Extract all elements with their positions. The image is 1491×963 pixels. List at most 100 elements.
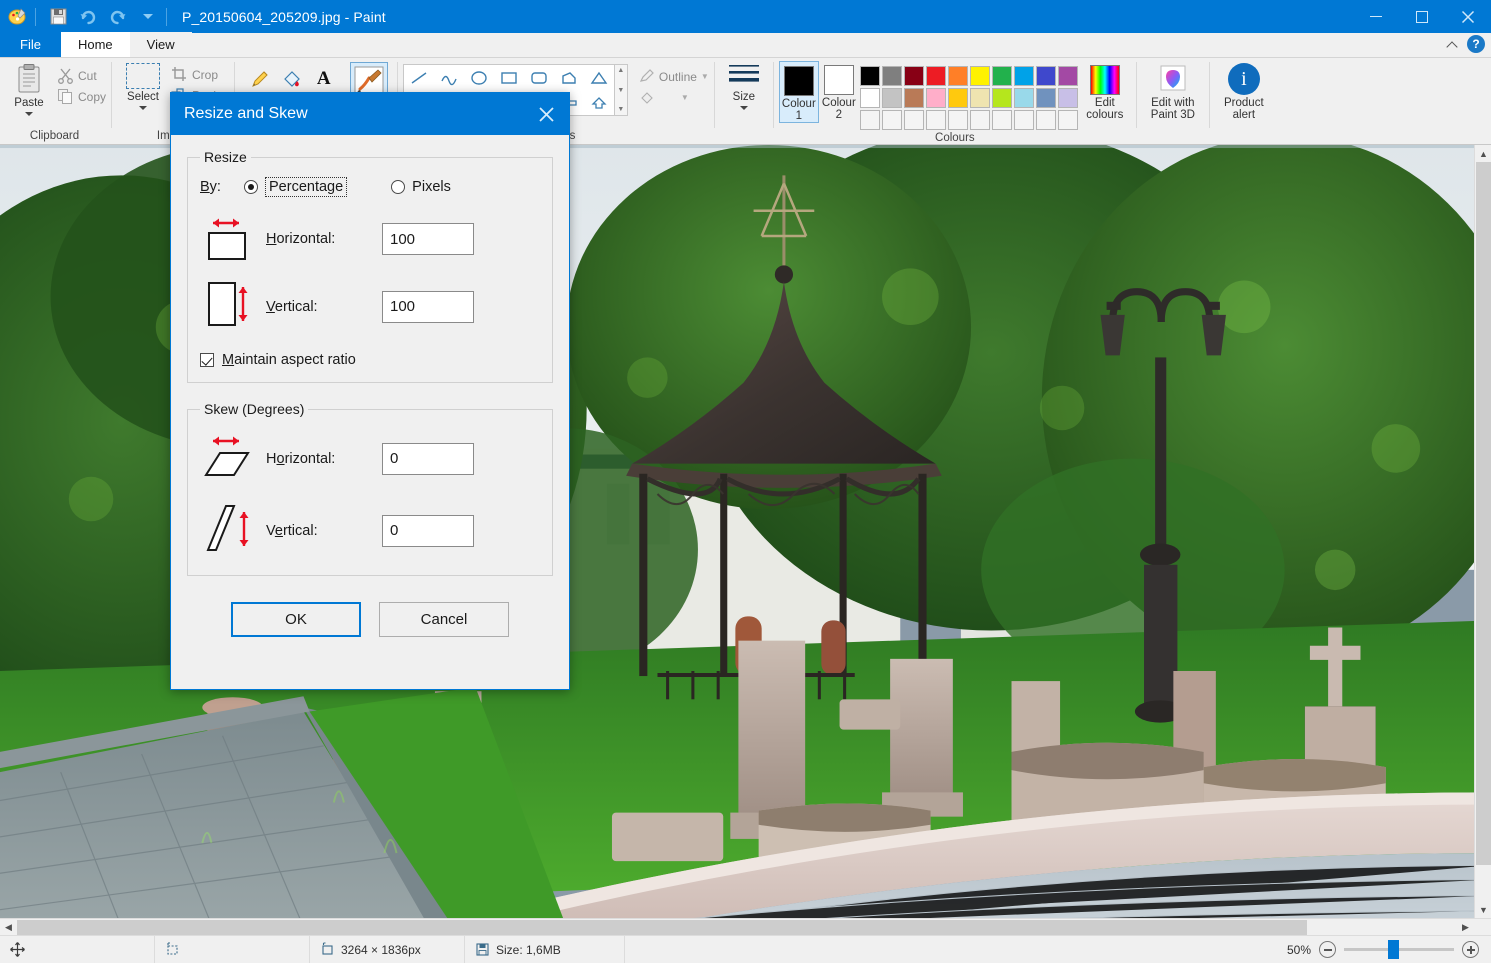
colour-2-button[interactable]: Colour 2: [819, 61, 859, 121]
select-dropdown-icon[interactable]: [139, 106, 147, 110]
palette-swatch-2-3[interactable]: [904, 88, 924, 108]
cut-button[interactable]: Cut: [55, 65, 106, 86]
scroll-left-icon[interactable]: ◀: [0, 919, 17, 936]
shapes-scroll-down-icon[interactable]: ▼: [617, 87, 624, 94]
fill-dropdown-icon[interactable]: ▼: [681, 93, 689, 102]
palette-swatch-3-5[interactable]: [948, 110, 968, 130]
palette-swatch-1-8[interactable]: [1014, 66, 1034, 86]
help-icon[interactable]: ?: [1467, 35, 1485, 53]
maximize-button[interactable]: [1399, 0, 1445, 33]
outline-button[interactable]: Outline ▼: [636, 66, 709, 87]
scroll-right-icon[interactable]: ▶: [1457, 919, 1474, 936]
palette-swatch-2-1[interactable]: [860, 88, 880, 108]
paste-dropdown-icon[interactable]: [25, 112, 33, 116]
outline-dropdown-icon[interactable]: ▼: [701, 72, 709, 81]
palette-swatch-1-9[interactable]: [1036, 66, 1056, 86]
fill-button[interactable]: ▼: [636, 87, 709, 108]
palette-swatch-2-6[interactable]: [970, 88, 990, 108]
palette-swatch-1-1[interactable]: [860, 66, 880, 86]
shape-rounded-rectangle[interactable]: [524, 65, 554, 90]
palette-swatch-1-3[interactable]: [904, 66, 924, 86]
colour-palette[interactable]: [859, 61, 1079, 131]
horizontal-scrollbar[interactable]: ◀ ▶: [0, 918, 1491, 935]
zoom-slider-thumb[interactable]: [1388, 940, 1399, 959]
skew-vertical-input[interactable]: [382, 515, 474, 547]
edit-colours-button[interactable]: Edit colours: [1079, 61, 1131, 121]
shape-rectangle[interactable]: [494, 65, 524, 90]
palette-swatch-3-7[interactable]: [992, 110, 1012, 130]
copy-button[interactable]: Copy: [55, 86, 106, 107]
tab-view[interactable]: View: [130, 32, 192, 57]
palette-swatch-3-9[interactable]: [1036, 110, 1056, 130]
collapse-ribbon-icon[interactable]: [1447, 39, 1458, 50]
palette-swatch-1-5[interactable]: [948, 66, 968, 86]
palette-swatch-1-4[interactable]: [926, 66, 946, 86]
palette-swatch-1-10[interactable]: [1058, 66, 1078, 86]
zoom-slider[interactable]: [1344, 948, 1454, 951]
size-button[interactable]: Size: [720, 61, 768, 110]
shape-line[interactable]: [404, 65, 434, 90]
text-icon[interactable]: A: [310, 65, 338, 93]
palette-swatch-3-4[interactable]: [926, 110, 946, 130]
zoom-in-button[interactable]: [1462, 941, 1479, 958]
scroll-down-icon[interactable]: ▼: [1475, 901, 1491, 918]
palette-swatch-3-3[interactable]: [904, 110, 924, 130]
palette-swatch-2-4[interactable]: [926, 88, 946, 108]
pencil-icon[interactable]: [246, 65, 274, 93]
shape-curve[interactable]: [434, 65, 464, 90]
paint-app-icon[interactable]: [4, 4, 30, 30]
fill-icon[interactable]: [278, 65, 306, 93]
pixels-radio-option[interactable]: Pixels: [391, 179, 451, 195]
shape-arrow-up[interactable]: [584, 90, 614, 115]
undo-icon[interactable]: [75, 4, 101, 30]
horizontal-scrollbar-thumb[interactable]: [17, 920, 1307, 935]
minimize-button[interactable]: [1353, 0, 1399, 33]
palette-swatch-1-7[interactable]: [992, 66, 1012, 86]
palette-swatch-2-10[interactable]: [1058, 88, 1078, 108]
customize-qat-icon[interactable]: [135, 4, 161, 30]
palette-swatch-3-10[interactable]: [1058, 110, 1078, 130]
palette-swatch-2-8[interactable]: [1014, 88, 1034, 108]
dialog-close-button[interactable]: [523, 93, 569, 135]
palette-swatch-3-8[interactable]: [1014, 110, 1034, 130]
palette-swatch-1-2[interactable]: [882, 66, 902, 86]
palette-swatch-2-2[interactable]: [882, 88, 902, 108]
close-button[interactable]: [1445, 0, 1491, 33]
size-dropdown-icon[interactable]: [740, 106, 748, 110]
palette-swatch-2-5[interactable]: [948, 88, 968, 108]
maintain-aspect-ratio-option[interactable]: Maintain aspect ratio: [200, 352, 540, 368]
resize-vertical-input[interactable]: [382, 291, 474, 323]
crop-button[interactable]: Crop: [169, 64, 229, 85]
palette-swatch-1-6[interactable]: [970, 66, 990, 86]
paste-button[interactable]: Paste: [3, 61, 55, 116]
tab-home[interactable]: Home: [61, 32, 130, 57]
shape-triangle[interactable]: [584, 65, 614, 90]
palette-swatch-3-2[interactable]: [882, 110, 902, 130]
select-button[interactable]: Select: [117, 61, 169, 110]
percentage-radio[interactable]: [244, 180, 258, 194]
resize-horizontal-input[interactable]: [382, 223, 474, 255]
edit-with-paint3d-button[interactable]: Edit with Paint 3D: [1142, 61, 1204, 121]
palette-swatch-3-1[interactable]: [860, 110, 880, 130]
zoom-out-button[interactable]: [1319, 941, 1336, 958]
tab-file[interactable]: File: [0, 32, 61, 57]
skew-horizontal-input[interactable]: [382, 443, 474, 475]
redo-icon[interactable]: [105, 4, 131, 30]
vertical-scrollbar[interactable]: ▲ ▼: [1474, 145, 1491, 918]
shapes-gallery-scrollbar[interactable]: ▲ ▼ ▼: [615, 64, 628, 116]
cancel-button[interactable]: Cancel: [379, 602, 509, 637]
shapes-scroll-up-icon[interactable]: ▲: [617, 67, 624, 74]
pixels-radio[interactable]: [391, 180, 405, 194]
save-icon[interactable]: [45, 4, 71, 30]
shape-oval[interactable]: [464, 65, 494, 90]
ok-button[interactable]: OK: [231, 602, 361, 637]
shapes-expand-icon[interactable]: ▼: [617, 106, 624, 113]
palette-swatch-3-6[interactable]: [970, 110, 990, 130]
maintain-aspect-ratio-checkbox[interactable]: [200, 353, 214, 367]
scroll-up-icon[interactable]: ▲: [1475, 145, 1491, 162]
product-alert-button[interactable]: i Product alert: [1215, 61, 1273, 121]
vertical-scrollbar-thumb[interactable]: [1476, 162, 1491, 865]
palette-swatch-2-7[interactable]: [992, 88, 1012, 108]
shape-polygon[interactable]: [554, 65, 584, 90]
colour-1-button[interactable]: Colour 1: [779, 61, 819, 123]
